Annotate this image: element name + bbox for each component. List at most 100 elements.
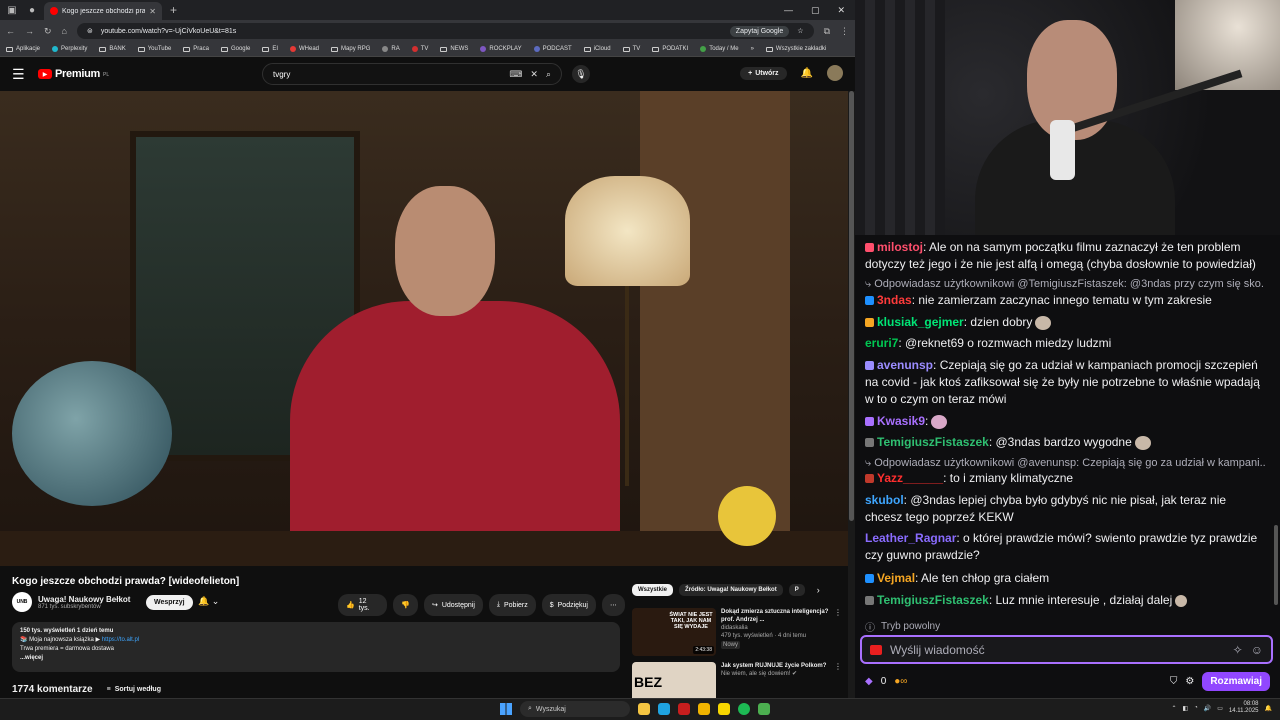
more-bookmarks-icon[interactable]: »: [751, 46, 754, 52]
keyboard-icon[interactable]: ⌨: [509, 69, 522, 80]
chat-username[interactable]: 3ndas: [877, 293, 912, 307]
list-item[interactable]: BEZ Jak system RUJNUJE życie Polkom? Nie…: [632, 662, 842, 698]
volume-icon[interactable]: 🔊: [1204, 705, 1211, 712]
notes-icon[interactable]: [718, 703, 730, 715]
channel-avatar[interactable]: UNB: [12, 592, 32, 612]
bookmark-item[interactable]: Today / Me: [700, 46, 739, 52]
bookmark-item[interactable]: iCloud: [583, 46, 611, 52]
settings-gear-icon[interactable]: ⚙: [1185, 676, 1194, 687]
minimize-icon[interactable]: —: [784, 5, 793, 16]
bookmark-item[interactable]: Aplikacje: [6, 46, 40, 52]
url-field[interactable]: ⊜ youtube.com/watch?v=-UjCiVkoUeU&t=81s …: [76, 23, 814, 39]
reload-icon[interactable]: ↻: [44, 26, 52, 37]
scrollbar-thumb[interactable]: [849, 91, 854, 521]
bookmark-item[interactable]: Praca: [183, 46, 209, 52]
description-box[interactable]: 150 tys. wyświetleń 1 dzień temu 📚 Moja …: [12, 622, 620, 672]
avatar[interactable]: [827, 65, 843, 81]
close-window-icon[interactable]: ✕: [837, 5, 845, 16]
site-info-icon[interactable]: ⊜: [87, 27, 93, 35]
opera-icon[interactable]: [678, 703, 690, 715]
chat-send-button[interactable]: Rozmawiaj: [1202, 671, 1270, 691]
chat-username[interactable]: Yazz______: [877, 471, 943, 485]
bookmark-item[interactable]: TV: [622, 46, 640, 52]
chip-all[interactable]: Wszystkie: [632, 584, 674, 596]
rec-title[interactable]: Jak system RUJNUJE życie Polkom?: [721, 662, 829, 670]
bookmark-item[interactable]: ROCKPLAY: [480, 46, 522, 52]
subscription-bell-icon[interactable]: 🔔 ⌄: [198, 596, 219, 607]
profile-icon[interactable]: ●: [24, 2, 40, 18]
video-thumbnail[interactable]: ŚWIAT NIE JEST TAKI, JAK NAM SIĘ WYDAJE …: [632, 608, 716, 656]
share-button[interactable]: ↪ Udostępnij: [423, 594, 483, 616]
rec-menu-icon[interactable]: ⋮: [834, 662, 842, 698]
page-scrollbar[interactable]: [848, 91, 855, 698]
bits-icon[interactable]: ◆: [865, 676, 873, 687]
chat-username[interactable]: eruri7: [865, 336, 898, 350]
new-tab-icon[interactable]: +: [170, 3, 177, 17]
sort-button[interactable]: ≡ Sortuj według: [107, 686, 161, 693]
youtube-logo[interactable]: ▶ Premium PL: [38, 68, 109, 80]
bookmark-item[interactable]: EI: [262, 46, 278, 52]
extensions-icon[interactable]: ⧉: [824, 26, 830, 37]
channel-points-icon[interactable]: ●∞: [894, 676, 907, 687]
chat-username[interactable]: avenunsp: [877, 358, 933, 372]
windows-start-icon[interactable]: [500, 703, 512, 715]
channel-name[interactable]: Uwaga! Naukowy Bełkot: [38, 595, 130, 604]
bookmark-item[interactable]: PODATKI: [652, 46, 688, 52]
battery-icon[interactable]: ▭: [1217, 705, 1223, 712]
ask-google-button[interactable]: Zapytaj Google: [729, 25, 790, 37]
thanks-button[interactable]: $ Podziękuj: [541, 594, 596, 616]
notifications-icon[interactable]: 🔔: [1265, 705, 1272, 712]
edge-icon[interactable]: [658, 703, 670, 715]
chat-username[interactable]: Vejmal: [877, 571, 915, 585]
video-player[interactable]: [0, 91, 848, 566]
bookmark-item[interactable]: WHead: [290, 46, 319, 52]
support-button[interactable]: Wesprzyj: [146, 595, 193, 610]
menu-icon[interactable]: ☰: [12, 66, 32, 83]
bookmark-item[interactable]: BANK: [99, 46, 126, 52]
sparkle-icon[interactable]: ✧: [1233, 643, 1243, 657]
search-input[interactable]: tvgry ⌨ ✕ ⌕: [262, 63, 562, 85]
shield-icon[interactable]: ⛉: [1170, 676, 1178, 687]
clear-search-icon[interactable]: ✕: [530, 69, 538, 80]
rec-menu-icon[interactable]: ⋮: [834, 608, 842, 656]
tab-menu-icon[interactable]: ▣: [4, 2, 20, 18]
rec-title[interactable]: Dokąd zmierza sztuczna inteligencja? pro…: [721, 608, 829, 624]
close-tab-icon[interactable]: ✕: [149, 7, 156, 16]
bookmark-star-icon[interactable]: ☆: [797, 27, 803, 35]
bookmark-item[interactable]: PODCAST: [533, 46, 572, 52]
spotify-icon[interactable]: [738, 703, 750, 715]
voice-search-icon[interactable]: 🎙: [572, 65, 590, 83]
video-thumbnail[interactable]: BEZ: [632, 662, 716, 698]
search-icon[interactable]: ⌕: [546, 69, 551, 80]
bookmark-item[interactable]: TV: [411, 46, 428, 52]
desc-link[interactable]: https://to.alt.pl: [102, 637, 139, 643]
chat-reply-context[interactable]: ⤷ Odpowiadasz użytkownikowi @TemigiuszFi…: [865, 276, 1265, 293]
clock[interactable]: 08:08 14.11.2025: [1229, 701, 1259, 715]
tray-expand-icon[interactable]: ⌃: [1171, 705, 1176, 712]
like-button[interactable]: 👍 12 tys.: [338, 594, 388, 616]
chat-username[interactable]: Leather_Ragnar: [865, 531, 956, 545]
chip-source[interactable]: Źródło: Uwaga! Naukowy Bełkot: [679, 584, 783, 596]
show-more[interactable]: ...więcej: [20, 654, 612, 663]
create-button[interactable]: + Utwórz: [740, 66, 787, 80]
chat-username[interactable]: TemigiuszFistaszek: [877, 593, 989, 607]
chip-more[interactable]: P: [788, 584, 805, 596]
chat-username[interactable]: Kwasik9: [877, 414, 925, 428]
list-item[interactable]: ŚWIAT NIE JEST TAKI, JAK NAM SIĘ WYDAJE …: [632, 608, 842, 656]
taskbar-search[interactable]: ⌕ Wyszukaj: [520, 701, 630, 717]
wifi-icon[interactable]: ◔: [1194, 705, 1198, 711]
tray-app-icon[interactable]: ◧: [1182, 705, 1188, 712]
chat-scrollbar[interactable]: [1274, 525, 1278, 605]
more-actions-icon[interactable]: ⋯: [602, 594, 625, 616]
bookmark-item[interactable]: Google: [220, 46, 250, 52]
chrome-icon[interactable]: [698, 703, 710, 715]
all-bookmarks[interactable]: Wszystkie zakładki: [765, 46, 826, 52]
chat-username[interactable]: milostoj: [877, 240, 923, 254]
download-button[interactable]: ⤓ Pobierz: [488, 594, 536, 616]
bookmark-item[interactable]: YouTube: [137, 46, 171, 52]
bookmark-item[interactable]: Mapy RPG: [331, 46, 370, 52]
browser-menu-icon[interactable]: ⋮: [840, 26, 849, 37]
home-icon[interactable]: ⌂: [62, 26, 67, 36]
chat-username[interactable]: klusiak_gejmer: [877, 315, 964, 329]
chevron-right-icon[interactable]: ›: [817, 585, 820, 595]
